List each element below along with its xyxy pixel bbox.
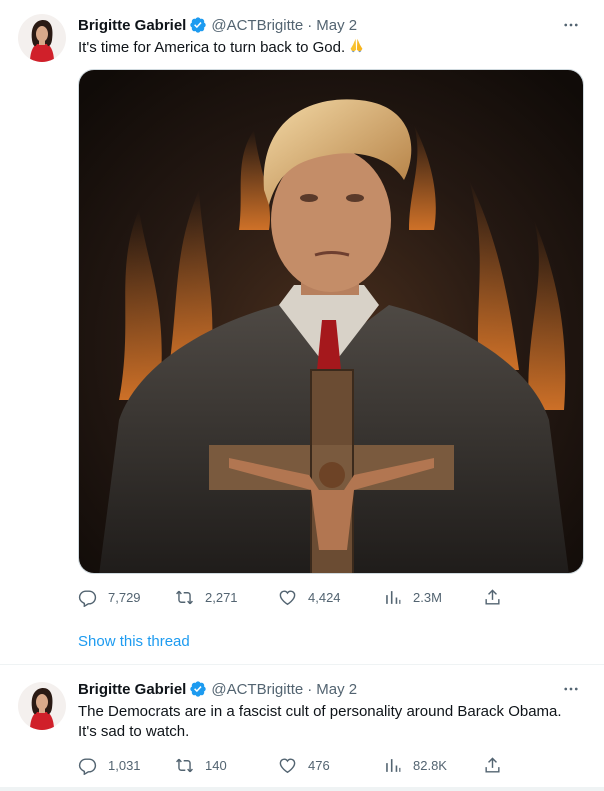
separator-dot: · (307, 680, 313, 698)
verified-badge-icon (189, 680, 207, 698)
author-name[interactable]: Brigitte Gabriel (78, 681, 186, 698)
folded-hands-emoji-icon (348, 37, 365, 54)
like-count: 4,424 (308, 589, 341, 605)
tweet[interactable]: Brigitte Gabriel @ACTBrigitte · May 2 Th… (0, 665, 604, 787)
author-handle[interactable]: @ACTBrigitte (211, 681, 303, 698)
avatar[interactable] (18, 14, 66, 62)
like-button[interactable]: 476 (278, 755, 330, 775)
retweet-button[interactable]: 140 (175, 755, 227, 775)
reply-count: 7,729 (108, 589, 141, 605)
tweet-actions: 1,031 140 476 82.8K (78, 755, 508, 775)
share-icon (485, 588, 500, 605)
like-count: 476 (308, 757, 330, 773)
retweet-count: 140 (205, 757, 227, 773)
tweet-date[interactable]: May 2 (316, 17, 357, 34)
retweet-icon (176, 758, 193, 772)
views-button[interactable]: 82.8K (383, 755, 447, 775)
tweet-text: It's time for America to turn back to Go… (78, 37, 584, 58)
reply-button[interactable]: 7,729 (78, 587, 141, 607)
author-handle[interactable]: @ACTBrigitte (211, 17, 303, 34)
avatar[interactable] (18, 682, 66, 730)
views-chart-icon (386, 590, 401, 604)
author-name[interactable]: Brigitte Gabriel (78, 17, 186, 34)
tweet[interactable]: Brigitte Gabriel @ACTBrigitte · May 2 It… (0, 0, 604, 664)
tweet-text-line: The Democrats are in a fascist cult of p… (78, 703, 562, 720)
tweet-media-image[interactable] (78, 69, 584, 574)
tweet-text-content: It's time for America to turn back to Go… (78, 39, 346, 56)
tweet-date[interactable]: May 2 (316, 681, 357, 698)
retweet-icon (176, 590, 193, 604)
separator-dot: · (307, 16, 313, 34)
tweet-text: The Democrats are in a fascist cult of p… (78, 702, 584, 742)
reply-icon (78, 757, 97, 775)
retweet-count: 2,271 (205, 589, 238, 605)
views-count: 82.8K (413, 757, 447, 773)
tweet-text-line: It's sad to watch. (78, 723, 190, 740)
share-button[interactable] (483, 755, 513, 775)
timeline-bottom-border (0, 787, 604, 791)
heart-icon (279, 589, 296, 605)
tweet-header: Brigitte Gabriel @ACTBrigitte · May 2 (78, 679, 586, 699)
tweet-header: Brigitte Gabriel @ACTBrigitte · May 2 (78, 15, 586, 35)
views-count: 2.3M (413, 589, 442, 605)
show-thread-link[interactable]: Show this thread (78, 633, 190, 650)
heart-icon (279, 757, 296, 773)
reply-icon (78, 589, 97, 607)
share-button[interactable] (483, 587, 513, 607)
verified-badge-icon (189, 16, 207, 34)
reply-count: 1,031 (108, 757, 141, 773)
tweet-actions: 7,729 2,271 4,424 2.3M (78, 587, 508, 607)
retweet-button[interactable]: 2,271 (175, 587, 238, 607)
more-options-icon[interactable] (560, 679, 582, 699)
more-options-icon[interactable] (560, 15, 582, 35)
views-chart-icon (386, 758, 401, 772)
views-button[interactable]: 2.3M (383, 587, 442, 607)
reply-button[interactable]: 1,031 (78, 755, 141, 775)
like-button[interactable]: 4,424 (278, 587, 341, 607)
share-icon (485, 756, 500, 773)
